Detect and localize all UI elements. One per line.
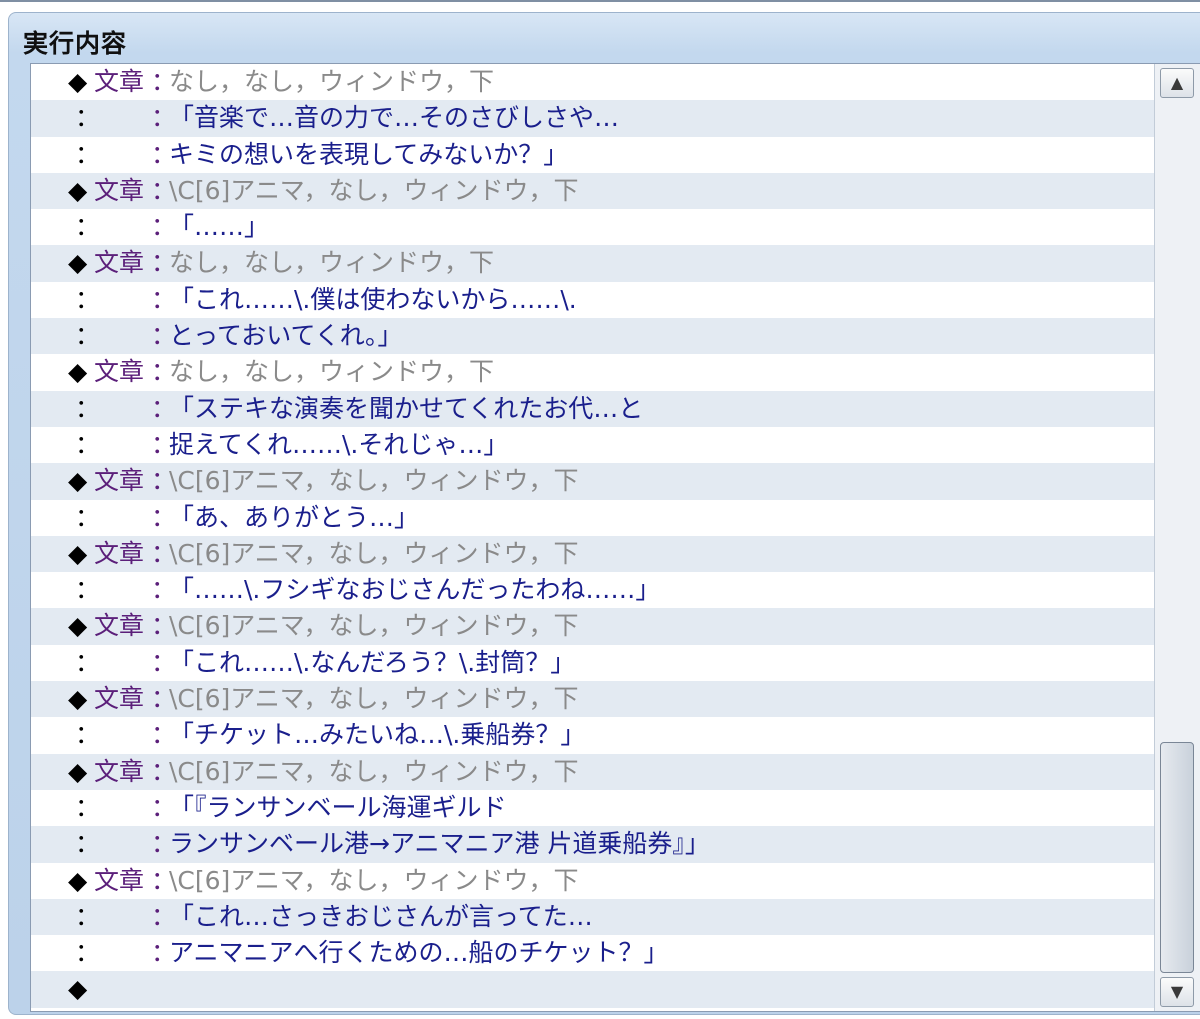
- continuation-marker: ：: [75, 502, 101, 532]
- command-row[interactable]: ◆ 文章： \C[6]アニマ，なし，ウィンドウ，下: [31, 172, 1156, 210]
- message-text: 「……\.フシギなおじさんだったわね……」: [169, 575, 661, 605]
- diamond-icon: ◆: [68, 865, 88, 895]
- command-parameters: \C[6]アニマ，なし，ウィンドウ，下: [169, 611, 579, 641]
- command-row[interactable]: ◆ 文章：なし，なし，ウィンドウ，下: [31, 245, 1156, 282]
- diamond-icon: ◆: [68, 466, 88, 496]
- message-text: 「これ……\.僕は使わないから……\.: [169, 284, 577, 314]
- command-name: 文章: [94, 865, 145, 895]
- scroll-thumb[interactable]: [1160, 742, 1194, 973]
- continuation-row[interactable]: ：：アニマニアへ行くための…船のチケット？」: [31, 935, 1156, 971]
- continuation-marker: ：: [75, 139, 101, 169]
- command-name: 文章: [94, 175, 145, 205]
- event-command-list[interactable]: ◆ 文章：なし，なし，ウィンドウ，下：：「音楽で…音の力で…そのさびしさや…：：キ…: [30, 63, 1200, 1012]
- command-row[interactable]: ◆ 文章： \C[6]アニマ，なし，ウィンドウ，下: [31, 535, 1156, 573]
- command-row[interactable]: ◆ 文章： \C[6]アニマ，なし，ウィンドウ，下: [31, 681, 1156, 718]
- diamond-icon: ◆: [68, 684, 88, 714]
- continuation-marker: ：: [75, 575, 101, 605]
- message-text: 「これ……\.なんだろう？\.封筒？」: [169, 647, 576, 677]
- diamond-icon: ◆: [68, 611, 88, 641]
- message-text: 「『ランサンベール海運ギルド: [169, 792, 507, 822]
- command-parameters: \C[6]アニマ，なし，ウィンドウ，下: [169, 865, 579, 895]
- continuation-marker: ：: [75, 429, 101, 459]
- continuation-row[interactable]: ：：ランサンベール港→アニマニア港 片道乗船券』」: [31, 826, 1156, 863]
- message-text: 捉えてくれ……\.それじゃ…」: [169, 429, 509, 459]
- command-row[interactable]: ◆ 文章：なし，なし，ウィンドウ，下: [31, 64, 1156, 100]
- diamond-icon: ◆: [68, 248, 88, 278]
- diamond-icon: ◆: [68, 756, 88, 786]
- command-parameters: なし，なし，ウィンドウ，下: [169, 357, 495, 387]
- continuation-row[interactable]: ：：とっておいてくれ。」: [31, 318, 1156, 355]
- message-text: とっておいてくれ。」: [169, 321, 403, 351]
- command-row[interactable]: ◆ 文章： \C[6]アニマ，なし，ウィンドウ，下: [31, 463, 1156, 500]
- scroll-down-button[interactable]: ▼: [1160, 977, 1194, 1007]
- command-row[interactable]: ◆ 文章： \C[6]アニマ，なし，ウィンドウ，下: [31, 753, 1156, 790]
- command-parameters: \C[6]アニマ，なし，ウィンドウ，下: [169, 538, 579, 568]
- command-name: 文章: [94, 538, 145, 568]
- window-top-border: [0, 0, 1200, 2]
- scroll-up-button[interactable]: ▲: [1160, 68, 1194, 98]
- command-name: 文章: [94, 67, 145, 96]
- command-parameters: \C[6]アニマ，なし，ウィンドウ，下: [169, 684, 579, 714]
- continuation-marker: ：: [75, 901, 101, 931]
- continuation-marker: ：: [75, 792, 101, 822]
- continuation-marker: ：: [75, 829, 101, 859]
- diamond-icon: ◆: [68, 67, 88, 96]
- continuation-row[interactable]: ：：「チケット…みたいね…\.乗船券？」: [31, 717, 1156, 753]
- diamond-icon: ◆: [68, 357, 88, 387]
- continuation-row[interactable]: ：：「……」: [31, 209, 1156, 245]
- message-text: 「あ、ありがとう…」: [169, 502, 420, 532]
- continuation-row[interactable]: ：：「あ、ありがとう…」: [31, 500, 1156, 536]
- command-parameters: \C[6]アニマ，なし，ウィンドウ，下: [169, 466, 579, 496]
- continuation-marker: ：: [75, 393, 101, 423]
- command-row[interactable]: ◆ 文章： \C[6]アニマ，なし，ウィンドウ，下: [31, 608, 1156, 645]
- command-row[interactable]: ◆ 文章： \C[6]アニマ，なし，ウィンドウ，下: [31, 863, 1156, 899]
- continuation-row[interactable]: ：：「音楽で…音の力で…そのさびしさや…: [31, 100, 1156, 137]
- vertical-scrollbar[interactable]: ▲ ▼: [1154, 64, 1200, 1011]
- message-text: キミの想いを表現してみないか？」: [169, 139, 569, 169]
- arrow-down-icon: ▼: [1170, 982, 1184, 1001]
- continuation-row[interactable]: ：：捉えてくれ……\.それじゃ…」: [31, 427, 1156, 463]
- arrow-up-icon: ▲: [1170, 73, 1184, 92]
- command-parameters: なし，なし，ウィンドウ，下: [169, 67, 495, 96]
- message-text: 「ステキな演奏を聞かせてくれたお代…と: [169, 393, 644, 423]
- continuation-marker: ：: [75, 103, 101, 133]
- event-contents-panel: 実行内容 ◆ 文章：なし，なし，ウィンドウ，下：：「音楽で…音の力で…そのさびしさ…: [8, 12, 1200, 1015]
- panel-title: 実行内容: [23, 29, 128, 58]
- continuation-row[interactable]: ：：「……\.フシギなおじさんだったわね……」: [31, 572, 1156, 608]
- continuation-row[interactable]: ：：「ステキな演奏を聞かせてくれたお代…と: [31, 390, 1156, 427]
- continuation-row[interactable]: ：：キミの想いを表現してみないか？」: [31, 137, 1156, 173]
- command-name: 文章: [94, 684, 145, 714]
- continuation-marker: ：: [75, 212, 101, 242]
- continuation-marker: ：: [75, 938, 101, 968]
- message-text: ランサンベール港→アニマニア港 片道乗船券』」: [169, 829, 710, 859]
- message-text: 「チケット…みたいね…\.乗船券？」: [169, 720, 586, 750]
- message-text: アニマニアへ行くための…船のチケット？」: [169, 938, 669, 968]
- command-name: 文章: [94, 357, 145, 387]
- diamond-icon: ◆: [68, 175, 88, 205]
- empty-command-row[interactable]: ◆: [31, 971, 1156, 1008]
- message-text: 「これ…さっきおじさんが言ってた…: [169, 901, 593, 931]
- continuation-row[interactable]: ：：「これ……\.なんだろう？\.封筒？」: [31, 645, 1156, 681]
- message-text: 「……」: [169, 212, 270, 242]
- message-text: 「音楽で…音の力で…そのさびしさや…: [169, 103, 620, 133]
- continuation-marker: ：: [75, 321, 101, 351]
- continuation-marker: ：: [75, 284, 101, 314]
- command-row[interactable]: ◆ 文章：なし，なし，ウィンドウ，下: [31, 354, 1156, 390]
- continuation-row[interactable]: ：：「これ…さっきおじさんが言ってた…: [31, 898, 1156, 936]
- continuation-marker: ：: [75, 720, 101, 750]
- scroll-track[interactable]: [1160, 102, 1194, 973]
- command-name: 文章: [94, 466, 145, 496]
- command-parameters: \C[6]アニマ，なし，ウィンドウ，下: [169, 175, 579, 205]
- command-name: 文章: [94, 611, 145, 641]
- command-name: 文章: [94, 248, 145, 278]
- diamond-icon: ◆: [68, 974, 88, 1004]
- command-name: 文章: [94, 756, 145, 786]
- continuation-row[interactable]: ：：「『ランサンベール海運ギルド: [31, 790, 1156, 826]
- command-parameters: \C[6]アニマ，なし，ウィンドウ，下: [169, 756, 579, 786]
- continuation-row[interactable]: ：：「これ……\.僕は使わないから……\.: [31, 282, 1156, 318]
- diamond-icon: ◆: [68, 538, 88, 568]
- command-rows[interactable]: ◆ 文章：なし，なし，ウィンドウ，下：：「音楽で…音の力で…そのさびしさや…：：キ…: [31, 64, 1156, 1011]
- command-parameters: なし，なし，ウィンドウ，下: [169, 248, 495, 278]
- continuation-marker: ：: [75, 647, 101, 677]
